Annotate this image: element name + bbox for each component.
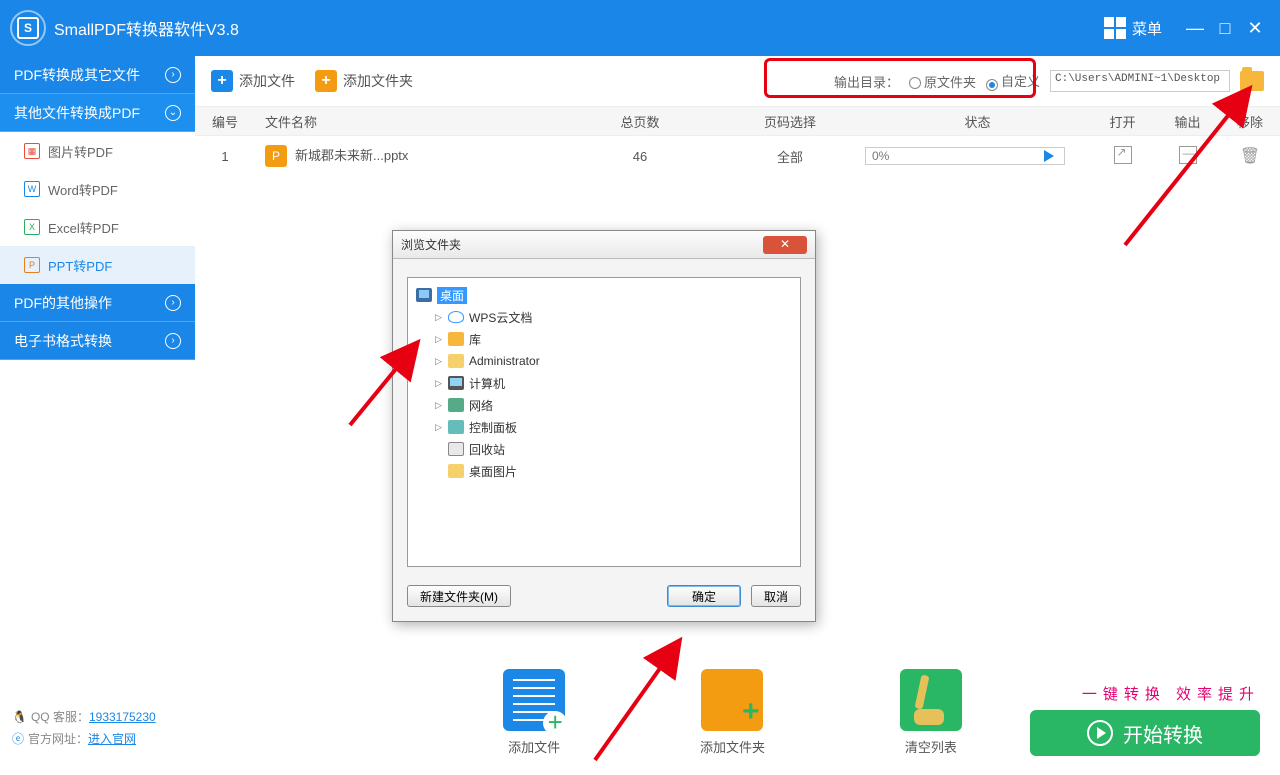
- row-status: 0%: [865, 147, 1090, 165]
- output-path-input[interactable]: C:\Users\ADMINI~1\Desktop: [1050, 70, 1230, 92]
- cancel-button[interactable]: 取消: [751, 585, 801, 607]
- chevron-down-icon: ⌄: [165, 105, 181, 121]
- dialog-title: 浏览文件夹: [401, 236, 461, 253]
- chevron-right-icon: ›: [165, 67, 181, 83]
- dialog-titlebar[interactable]: 浏览文件夹 ✕: [393, 231, 815, 259]
- sidebar-item-ppt-to-pdf[interactable]: PPPT转PDF: [0, 246, 195, 284]
- play-circle-icon: [1087, 720, 1113, 746]
- word-icon: W: [24, 181, 40, 197]
- row-filename: P新城郡未来新...pptx: [255, 145, 565, 167]
- radio-custom-folder[interactable]: 自定义: [986, 71, 1040, 91]
- tree-node-admin[interactable]: ▷Administrator: [412, 350, 796, 372]
- chevron-right-icon: ›: [165, 295, 181, 311]
- dialog-footer: 新建文件夹(M) 确定 取消: [393, 577, 815, 621]
- progress-bar[interactable]: 0%: [865, 147, 1065, 165]
- col-name: 文件名称: [255, 112, 565, 131]
- cloud-icon: [448, 311, 464, 323]
- minimize-button[interactable]: —: [1180, 18, 1210, 39]
- output-dir-block: 输出目录： 原文件夹 自定义 C:\Users\ADMINI~1\Desktop: [834, 70, 1264, 92]
- close-button[interactable]: ✕: [1240, 18, 1270, 39]
- sidebar-group-pdf-to-other[interactable]: PDF转换成其它文件›: [0, 56, 195, 94]
- output-dir-label: 输出目录：: [834, 72, 899, 91]
- add-folder-button[interactable]: +添加文件夹: [315, 70, 413, 92]
- user-icon: [448, 354, 464, 368]
- bottom-actions: 添加文件 添加文件夹 清空列表 一键转换 效率提升 开始转换: [435, 669, 1260, 756]
- col-index: 编号: [195, 112, 255, 131]
- app-title: SmallPDF转换器软件V3.8: [54, 16, 239, 40]
- big-add-folder-button[interactable]: 添加文件夹: [633, 669, 831, 756]
- sidebar: PDF转换成其它文件› 其他文件转换成PDF⌄ ▦图片转PDF WWord转PD…: [0, 56, 195, 768]
- qq-icon: 🐧: [12, 710, 27, 724]
- sidebar-footer: 🐧QQ 客服：1933175230 ⓔ官方网址：进入官网: [12, 706, 156, 750]
- browse-folder-dialog: 浏览文件夹 ✕ 桌面 ▷WPS云文档 ▷库 ▷Administrator ▷计算…: [392, 230, 816, 622]
- col-open: 打开: [1090, 112, 1155, 131]
- promo-text: 一键转换 效率提升: [1030, 683, 1260, 704]
- library-icon: [448, 332, 464, 346]
- sidebar-group-pdf-other-ops[interactable]: PDF的其他操作›: [0, 284, 195, 322]
- recycle-icon: [448, 442, 464, 456]
- network-icon: [448, 398, 464, 412]
- titlebar: S SmallPDF转换器软件V3.8 菜单 — □ ✕: [0, 0, 1280, 56]
- plus-icon: +: [211, 70, 233, 92]
- sidebar-item-excel-to-pdf[interactable]: XExcel转PDF: [0, 208, 195, 246]
- folder-icon: [448, 464, 464, 478]
- tree-node-desktop[interactable]: 桌面: [412, 284, 796, 306]
- sidebar-item-word-to-pdf[interactable]: WWord转PDF: [0, 170, 195, 208]
- tree-node-network[interactable]: ▷网络: [412, 394, 796, 416]
- remove-file-button[interactable]: 🗑: [1240, 148, 1260, 165]
- excel-icon: X: [24, 219, 40, 235]
- sidebar-group-other-to-pdf[interactable]: 其他文件转换成PDF⌄: [0, 94, 195, 132]
- browse-folder-button[interactable]: [1240, 71, 1264, 91]
- sidebar-item-image-to-pdf[interactable]: ▦图片转PDF: [0, 132, 195, 170]
- add-file-button[interactable]: +添加文件: [211, 70, 295, 92]
- browser-icon: ⓔ: [12, 732, 24, 746]
- radio-original-folder[interactable]: 原文件夹: [909, 72, 976, 91]
- tree-node-computer[interactable]: ▷计算机: [412, 372, 796, 394]
- col-status: 状态: [865, 112, 1090, 131]
- chevron-right-icon: ›: [165, 333, 181, 349]
- ppt-icon: P: [24, 257, 40, 273]
- tree-node-recycle[interactable]: 回收站: [412, 438, 796, 460]
- dialog-close-button[interactable]: ✕: [763, 236, 807, 254]
- image-icon: ▦: [24, 143, 40, 159]
- promo-block: 一键转换 效率提升 开始转换: [1030, 683, 1260, 756]
- row-index: 1: [195, 149, 255, 164]
- col-page-select: 页码选择: [715, 112, 865, 131]
- play-icon: [1044, 150, 1060, 162]
- folder-tree[interactable]: 桌面 ▷WPS云文档 ▷库 ▷Administrator ▷计算机 ▷网络 ▷控…: [407, 277, 801, 567]
- col-pages: 总页数: [565, 112, 715, 131]
- output-file-button[interactable]: [1179, 146, 1197, 164]
- tree-node-library[interactable]: ▷库: [412, 328, 796, 350]
- maximize-button[interactable]: □: [1210, 18, 1240, 39]
- col-remove: 移除: [1220, 112, 1280, 131]
- row-pages: 46: [565, 149, 715, 164]
- desktop-icon: [416, 288, 432, 302]
- menu-button[interactable]: 菜单: [1104, 17, 1162, 39]
- col-output: 输出: [1155, 112, 1220, 131]
- menu-grid-icon: [1104, 17, 1126, 39]
- tree-node-control-panel[interactable]: ▷控制面板: [412, 416, 796, 438]
- tree-node-desktop-pics[interactable]: 桌面图片: [412, 460, 796, 482]
- file-table-row[interactable]: 1 P新城郡未来新...pptx 46 全部 0% 🗑: [195, 136, 1280, 176]
- open-file-button[interactable]: [1114, 146, 1132, 164]
- row-page-select[interactable]: 全部: [715, 147, 865, 166]
- plus-icon: +: [315, 70, 337, 92]
- computer-icon: [448, 376, 464, 390]
- sidebar-group-ebook[interactable]: 电子书格式转换›: [0, 322, 195, 360]
- tree-node-wps[interactable]: ▷WPS云文档: [412, 306, 796, 328]
- ppt-file-icon: P: [265, 145, 287, 167]
- start-convert-button[interactable]: 开始转换: [1030, 710, 1260, 756]
- menu-label: 菜单: [1132, 18, 1162, 39]
- file-table-header: 编号 文件名称 总页数 页码选择 状态 打开 输出 移除: [195, 106, 1280, 136]
- qq-support-link[interactable]: 1933175230: [89, 710, 156, 724]
- big-clear-list-button[interactable]: 清空列表: [832, 669, 1030, 756]
- ok-button[interactable]: 确定: [667, 585, 741, 607]
- toolbar: +添加文件 +添加文件夹 输出目录： 原文件夹 自定义 C:\Users\ADM…: [195, 56, 1280, 106]
- big-add-file-button[interactable]: 添加文件: [435, 669, 633, 756]
- app-logo-icon: S: [10, 10, 46, 46]
- control-panel-icon: [448, 420, 464, 434]
- new-folder-button[interactable]: 新建文件夹(M): [407, 585, 511, 607]
- official-site-link[interactable]: 进入官网: [88, 732, 136, 746]
